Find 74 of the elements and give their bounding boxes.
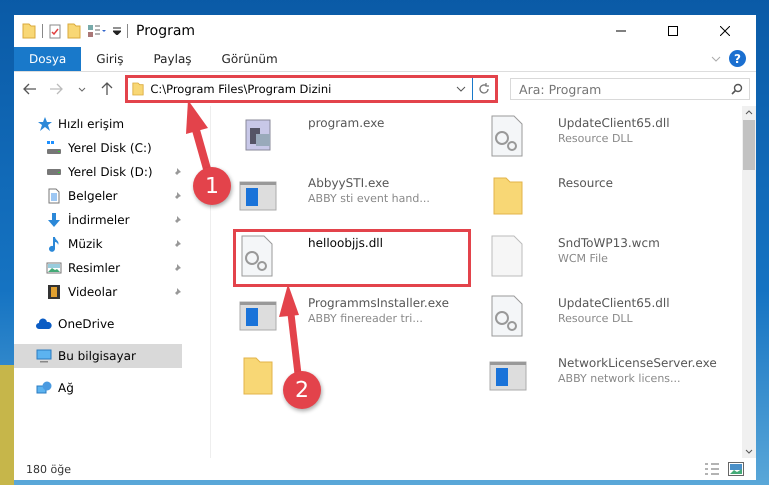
ribbon-tab[interactable]: Giriş: [81, 47, 138, 71]
cloud-icon: [36, 316, 52, 332]
file-name: SndToWP13.wcm: [558, 236, 660, 250]
sidebar-item[interactable]: Hızlı erişim: [14, 112, 182, 136]
drive-icon: [46, 168, 62, 176]
folder-icon: [67, 23, 81, 39]
file-name: UpdateClient65.dll: [558, 296, 670, 310]
address-bar[interactable]: C:\Program Files\Program Dizini: [127, 77, 496, 101]
folder-icon: [132, 82, 144, 96]
down-arrow-icon: [46, 212, 62, 228]
help-button[interactable]: ?: [729, 50, 746, 67]
picture-view-icon[interactable]: [728, 462, 744, 476]
chevron-down-icon: [78, 86, 86, 92]
file-item[interactable]: Resource: [484, 170, 618, 222]
checklist-icon[interactable]: [49, 24, 61, 38]
search-icon: [731, 83, 744, 95]
forward-arrow-icon: [48, 83, 63, 95]
item-count: 180 öğe: [26, 462, 72, 476]
file-name: helloobjjs.dll: [308, 236, 383, 250]
network-icon: [36, 380, 52, 396]
ribbon-tab[interactable]: Dosya: [14, 47, 82, 71]
file-name: AbbyySTI.exe: [308, 176, 390, 190]
maximize-icon: [668, 26, 678, 36]
close-icon: [720, 26, 730, 36]
search-box[interactable]: Ara: Program: [510, 78, 750, 100]
window-title: Program: [136, 23, 196, 39]
file-description: ABBY finereader tri...: [308, 312, 424, 325]
sidebar-item[interactable]: Müzik: [14, 232, 182, 256]
chevron-down-icon[interactable]: [456, 86, 466, 92]
file-name: Resource: [558, 176, 614, 190]
file-name: UpdateClient65.dll: [558, 116, 670, 130]
file-description: Resource DLL: [558, 132, 634, 145]
properties-icon[interactable]: [87, 24, 107, 38]
file-name: ProgrammsInstaller.exe: [308, 296, 450, 310]
film-icon: [46, 284, 62, 300]
ribbon-tab[interactable]: Paylaş: [138, 47, 207, 71]
sidebar-item[interactable]: Yerel Disk (C:): [14, 136, 182, 160]
file-name: program.exe: [308, 116, 384, 130]
star-icon: [36, 116, 52, 132]
file-item[interactable]: UpdateClient65.dll Resource DLL: [484, 290, 674, 342]
scrollbar-thumb[interactable]: [743, 120, 755, 170]
refresh-icon[interactable]: [478, 83, 490, 95]
scrollbar[interactable]: [742, 106, 756, 458]
file-description: WCM File: [558, 252, 609, 265]
sidebar-item[interactable]: Resimler: [14, 256, 182, 280]
sidebar-item[interactable]: Bu bilgisayar: [14, 344, 182, 368]
file-item[interactable]: ProgrammsInstaller.exe ABBY finereader tri...: [234, 290, 454, 342]
ribbon-tab[interactable]: Görünüm: [206, 47, 293, 71]
file-item[interactable]: SndToWP13.wcm WCM File: [484, 230, 664, 282]
file-item[interactable]: program.exe: [234, 110, 388, 162]
details-view-icon[interactable]: [704, 462, 720, 476]
file-item[interactable]: AbbyySTI.exe ABBY sti event hand...: [234, 170, 434, 222]
picture-icon: [46, 260, 62, 276]
file-item[interactable]: NetworkLicenseServer.exe ABBY network licens...: [484, 350, 721, 402]
sidebar-item[interactable]: Belgeler: [14, 184, 182, 208]
sidebar-item[interactable]: Yerel Disk (D:): [14, 160, 182, 184]
file-name: NetworkLicenseServer.exe: [558, 356, 717, 370]
sidebar-item[interactable]: Ağ: [14, 376, 182, 400]
back-arrow-icon: [22, 83, 37, 95]
file-description: Resource DLL: [558, 312, 634, 325]
folder-icon: [22, 23, 36, 39]
sidebar-item[interactable]: İndirmeler: [14, 208, 182, 232]
drive-icon: [46, 140, 62, 156]
up-arrow-icon: [101, 82, 114, 96]
document-icon: [46, 188, 62, 204]
file-item[interactable]: helloobjjs.dll: [234, 230, 470, 286]
file-description: ABBY sti event hand...: [308, 192, 430, 205]
dropdown-icon[interactable]: [113, 27, 121, 35]
file-description: ABBY network licens...: [558, 372, 682, 385]
sidebar-item[interactable]: Videolar: [14, 280, 182, 304]
file-item[interactable]: UpdateClient65.dll Resource DLL: [484, 110, 674, 162]
monitor-icon: [36, 348, 52, 364]
minimize-icon: [616, 30, 626, 32]
sidebar-item[interactable]: OneDrive: [14, 312, 182, 336]
